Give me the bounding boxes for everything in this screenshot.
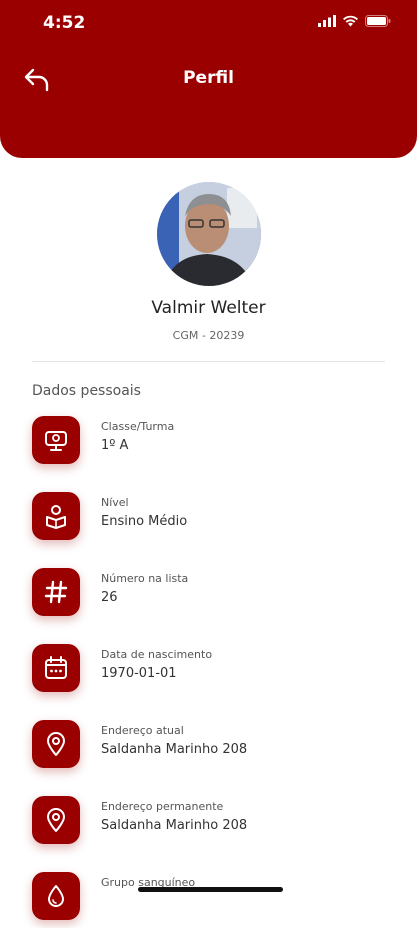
info-item-blood-group: Grupo sanguíneo	[32, 872, 372, 928]
profile-photo	[157, 182, 261, 286]
profile-code: CGM - 20239	[172, 329, 245, 342]
info-value: 1º A	[101, 438, 129, 453]
info-value: Saldanha Marinho 208	[101, 742, 248, 757]
info-value: Ensino Médio	[101, 514, 188, 529]
student-reading-icon	[32, 492, 80, 540]
cellular-signal-icon	[318, 15, 336, 27]
status-time: 4:52	[43, 13, 86, 33]
info-label: Endereço atual	[101, 724, 184, 737]
location-pin-icon	[32, 720, 80, 768]
divider	[32, 361, 385, 362]
info-label: Número na lista	[101, 572, 189, 585]
hash-icon	[32, 568, 80, 616]
section-title: Dados pessoais	[32, 383, 141, 399]
info-label: Nível	[101, 496, 129, 509]
app-header: 4:52 Perfil	[0, 0, 417, 158]
info-value: Saldanha Marinho 208	[101, 818, 248, 833]
info-item-current-address: Endereço atual Saldanha Marinho 208	[32, 720, 372, 776]
home-indicator[interactable]	[138, 887, 283, 892]
info-item-birthdate: Data de nascimento 1970-01-01	[32, 644, 372, 700]
status-bar: 4:52	[0, 0, 417, 48]
page-title: Perfil	[183, 68, 234, 88]
chalkboard-icon	[32, 416, 80, 464]
location-pin-icon	[32, 796, 80, 844]
wifi-icon	[343, 15, 358, 27]
info-value: 26	[101, 590, 118, 605]
info-label: Data de nascimento	[101, 648, 213, 661]
info-item-class: Classe/Turma 1º A	[32, 416, 372, 472]
profile-name: Valmir Welter	[151, 298, 266, 318]
info-item-permanent-address: Endereço permanente Saldanha Marinho 208	[32, 796, 372, 852]
avatar	[157, 182, 261, 286]
info-item-list-number: Número na lista 26	[32, 568, 372, 624]
info-label: Endereço permanente	[101, 800, 224, 813]
info-item-level: Nível Ensino Médio	[32, 492, 372, 548]
calendar-icon	[32, 644, 80, 692]
info-value: 1970-01-01	[101, 666, 177, 681]
battery-icon	[365, 15, 391, 27]
info-label: Classe/Turma	[101, 420, 175, 433]
blood-drop-icon	[32, 872, 80, 920]
status-icons	[318, 15, 391, 27]
